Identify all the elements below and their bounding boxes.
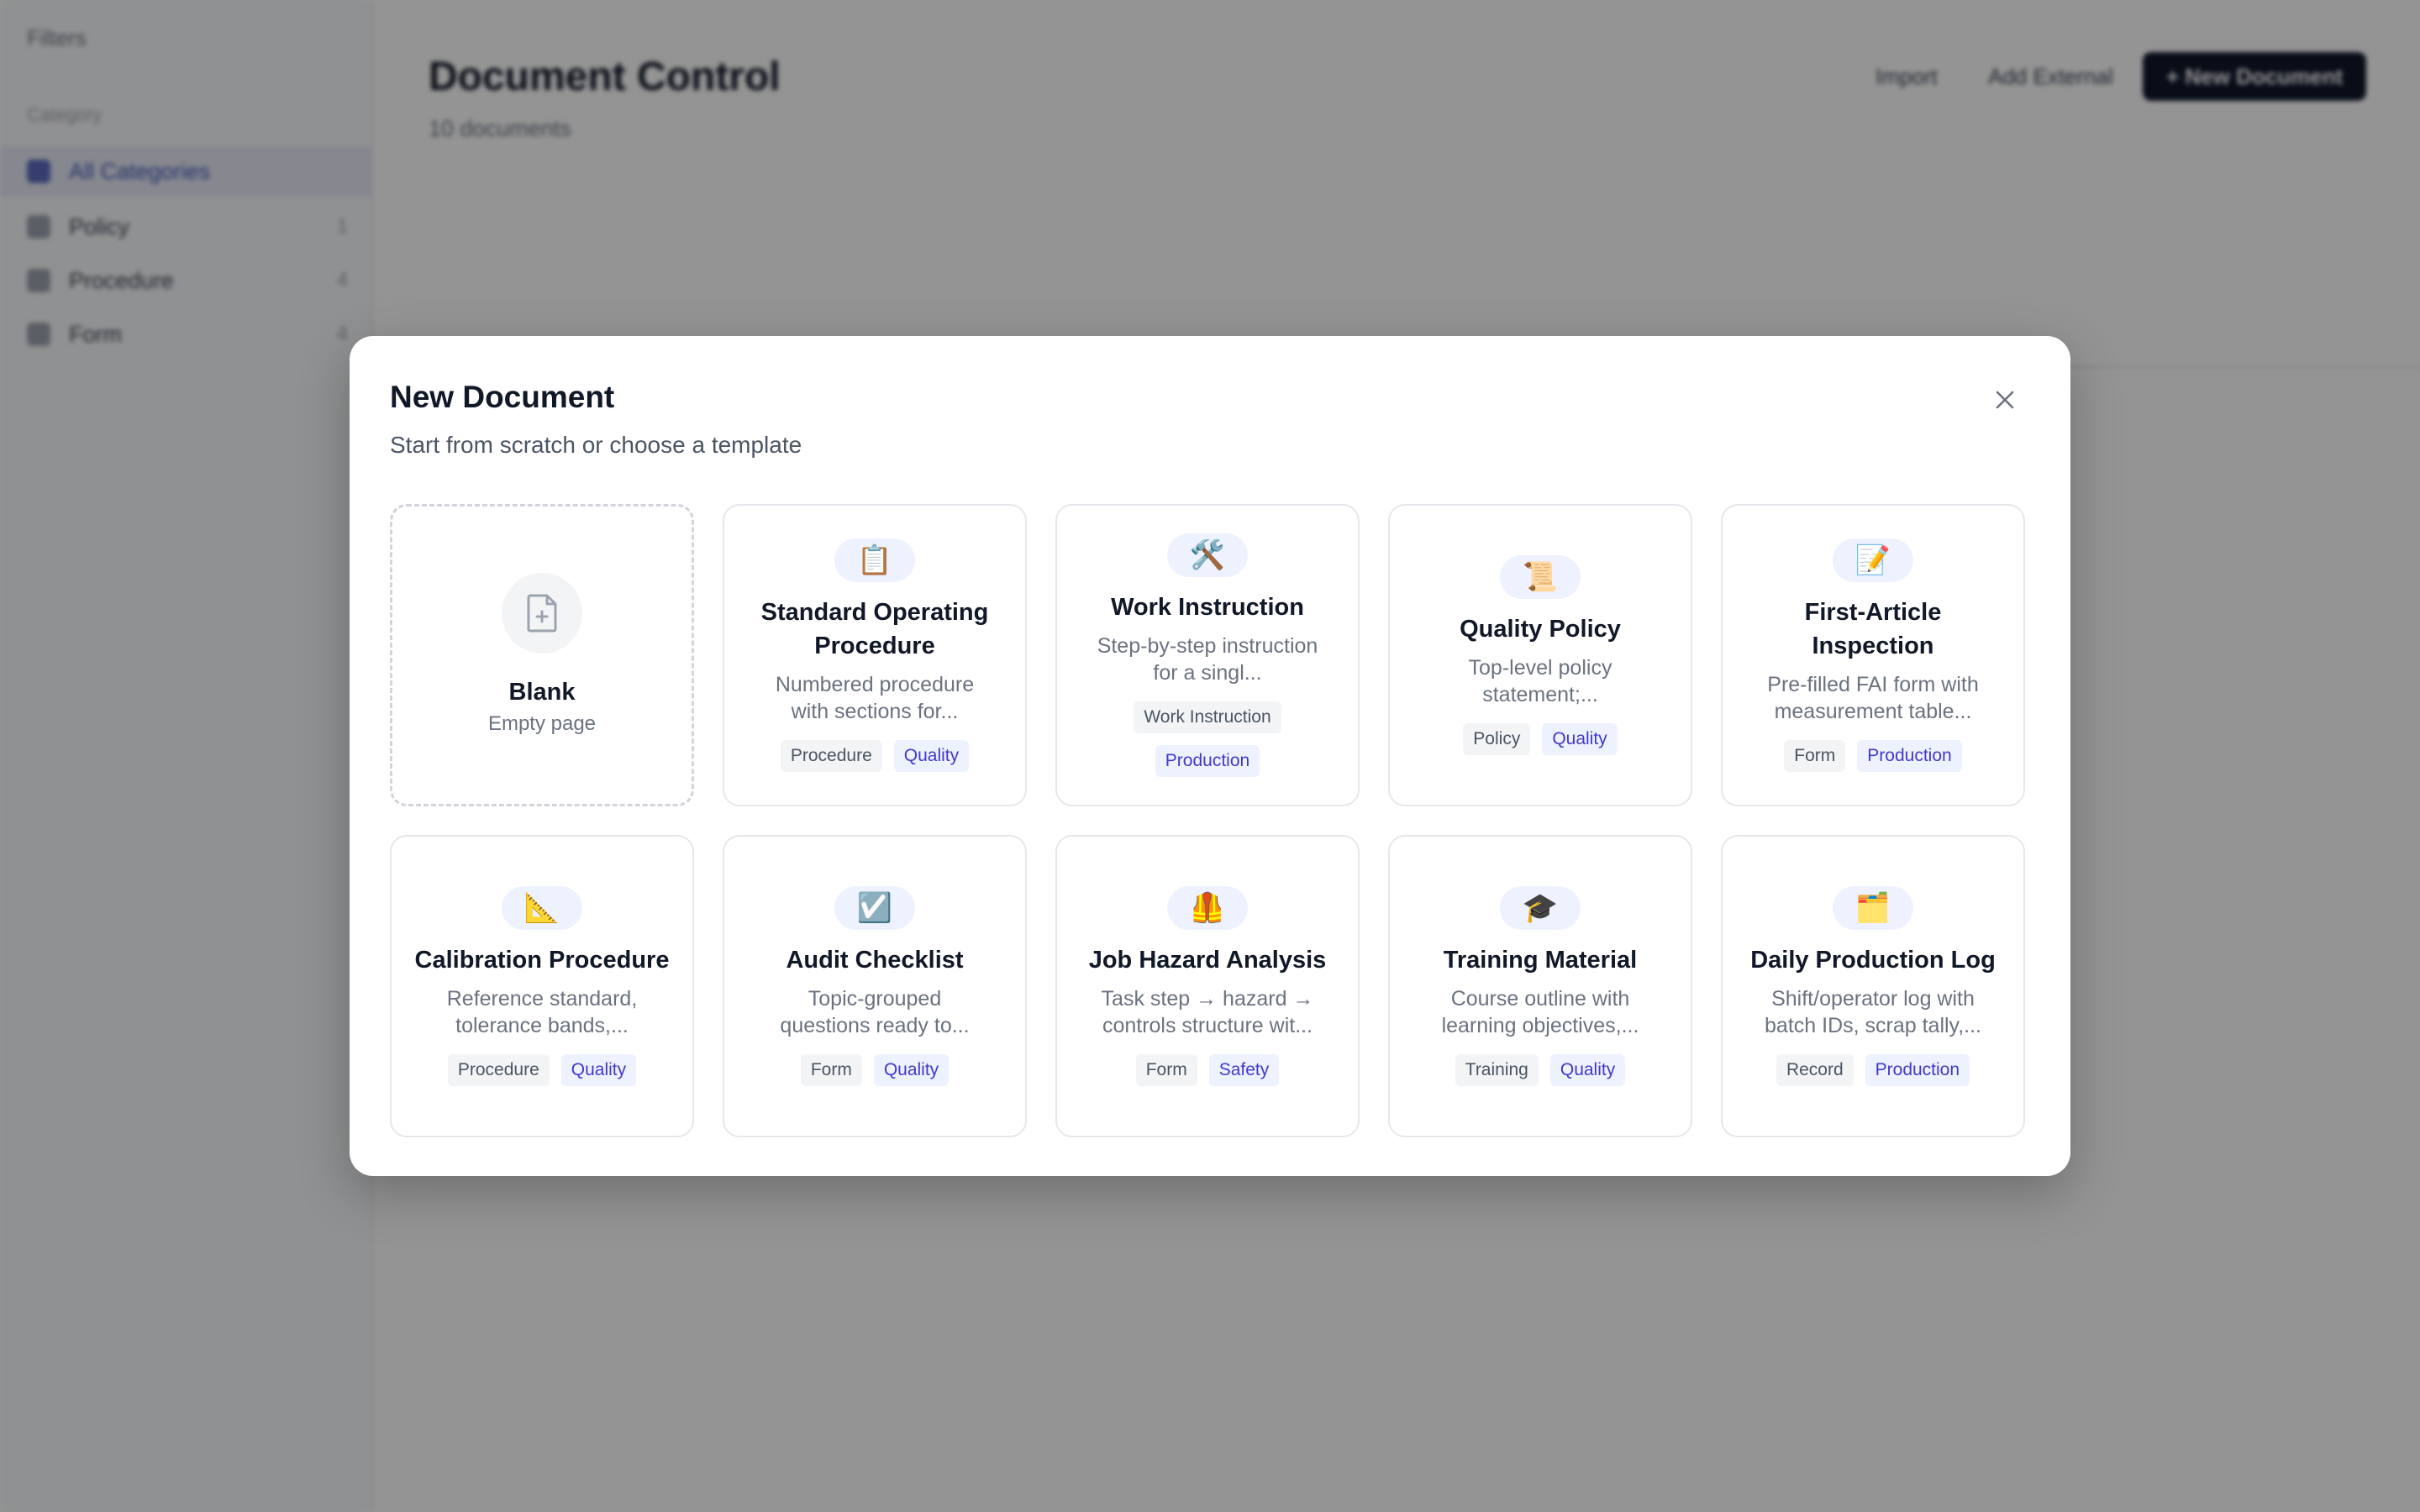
type-tag: Work Instruction — [1134, 701, 1281, 733]
card-description: Course outline with learning objectives,… — [1441, 987, 1639, 1037]
card-title: Blank — [508, 679, 576, 706]
card-title: Audit Checklist — [786, 947, 964, 974]
card-title: Calibration Procedure — [414, 947, 670, 974]
modal-subtitle: Start from scratch or choose a template — [390, 432, 802, 458]
tag-list: Form Safety — [1135, 1054, 1280, 1086]
card-description: Task step → hazard → controls structure … — [1101, 987, 1314, 1037]
template-card[interactable]: 🛠️ Work Instruction Step-by-step instructi… — [1055, 504, 1360, 806]
template-card[interactable]: 🦺 Job Hazard Analysis Task step → hazard →… — [1055, 835, 1360, 1137]
graduation-cap-icon: 🎓 — [1500, 886, 1581, 930]
type-tag: Form — [1135, 1054, 1197, 1086]
type-tag: Procedure — [447, 1054, 550, 1086]
close-icon — [1996, 391, 2014, 409]
card-description: Topic-grouped questions ready to... — [780, 987, 970, 1037]
department-tag: Quality — [1542, 723, 1618, 755]
tag-list: Procedure Quality — [780, 740, 970, 772]
template-card[interactable]: 📋 Standard Operating Procedure Numbered pr… — [723, 504, 1027, 806]
card-title: First-Article Inspection — [1804, 599, 1942, 659]
blank-template-card[interactable]: Blank Empty page — [390, 504, 694, 806]
card-title: Job Hazard Analysis — [1088, 947, 1327, 974]
template-card[interactable]: 🎓 Training Material Course outline with le… — [1388, 835, 1692, 1137]
template-card[interactable]: 📜 Quality Policy Top-level policy statemen… — [1388, 504, 1692, 806]
department-tag: Production — [1857, 740, 1962, 772]
department-tag: Safety — [1208, 1054, 1280, 1086]
tag-list: Form Production — [1784, 740, 1962, 772]
modal-title: New Document — [390, 380, 615, 414]
card-title: Work Instruction — [1111, 594, 1304, 621]
scroll-icon: 📜 — [1500, 555, 1581, 599]
card-title: Standard Operating Procedure — [760, 599, 989, 659]
tag-list: Procedure Quality — [447, 1054, 637, 1086]
card-title: Training Material — [1443, 947, 1638, 974]
template-grid: Blank Empty page 📋 Standard Operating Pro… — [390, 504, 2025, 1137]
card-description: Shift/operator log with batch IDs, scrap… — [1765, 987, 1981, 1037]
tag-list: Record Production — [1776, 1054, 1970, 1086]
tag-list: Work Instruction Production — [1081, 701, 1334, 777]
type-tag: Procedure — [780, 740, 882, 772]
department-tag: Production — [1865, 1054, 1970, 1086]
card-title: Quality Policy — [1460, 616, 1621, 643]
safety-vest-icon: 🦺 — [1167, 886, 1248, 930]
template-card[interactable]: 📝 First-Article Inspection Pre-filled FAI … — [1721, 504, 2025, 806]
checkbox-icon: ☑️ — [834, 886, 915, 930]
template-card[interactable]: 📐 Calibration Procedure Reference standard… — [390, 835, 694, 1137]
template-card[interactable]: ☑️ Audit Checklist Topic-grouped questions… — [723, 835, 1027, 1137]
triangle-ruler-icon: 📐 — [502, 886, 582, 930]
tools-icon: 🛠️ — [1167, 533, 1248, 577]
type-tag: Form — [800, 1054, 862, 1086]
card-index-dividers-icon: 🗂️ — [1833, 886, 1913, 930]
tag-list: Form Quality — [800, 1054, 950, 1086]
type-tag: Training — [1455, 1054, 1539, 1086]
card-description: Numbered procedure with sections for... — [775, 673, 975, 723]
card-description: Top-level policy statement;... — [1468, 656, 1612, 706]
card-description: Pre-filled FAI form with measurement tab… — [1767, 673, 1979, 723]
type-tag: Policy — [1463, 723, 1531, 755]
department-tag: Quality — [1549, 1054, 1626, 1086]
type-tag: Record — [1776, 1054, 1854, 1086]
file-plus-icon — [502, 573, 582, 654]
department-tag: Quality — [893, 740, 970, 772]
close-button[interactable] — [1986, 381, 2023, 418]
memo-icon: 📝 — [1833, 538, 1913, 582]
clipboard-icon: 📋 — [834, 538, 915, 582]
template-card[interactable]: 🗂️ Daily Production Log Shift/operator log… — [1721, 835, 2025, 1137]
card-title: Daily Production Log — [1750, 947, 1996, 974]
department-tag: Quality — [873, 1054, 950, 1086]
tag-list: Training Quality — [1455, 1054, 1626, 1086]
tag-list: Policy Quality — [1463, 723, 1618, 755]
department-tag: Quality — [560, 1054, 637, 1086]
type-tag: Form — [1784, 740, 1846, 772]
card-description: Step-by-step instruction for a singl... — [1097, 634, 1318, 685]
card-subtitle: Empty page — [487, 712, 597, 735]
new-document-modal: New Document Start from scratch or choos… — [350, 336, 2070, 1176]
card-description: Reference standard, tolerance bands,... — [446, 987, 638, 1037]
department-tag: Production — [1155, 745, 1260, 777]
